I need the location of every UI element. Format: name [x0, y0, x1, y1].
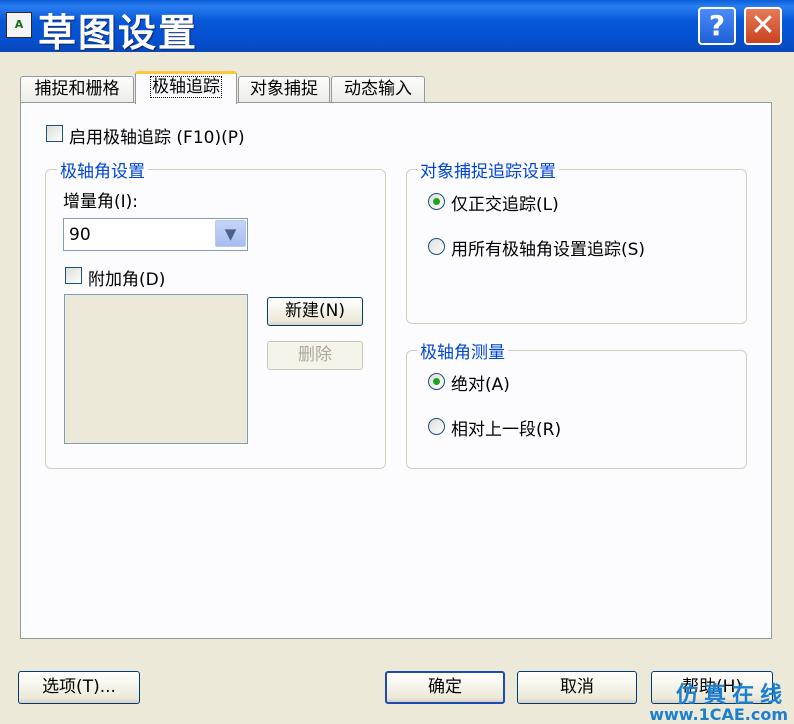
ok-button[interactable]: 确定 [385, 671, 505, 704]
relative-last-segment-radio[interactable] [428, 418, 445, 435]
watermark-url: www.1CAE.com [649, 705, 788, 724]
enable-polar-checkbox[interactable] [46, 125, 63, 142]
new-angle-button[interactable]: 新建(N) [267, 297, 363, 326]
tab-snap-grid[interactable]: 捕捉和栅格 [20, 76, 134, 103]
increment-angle-label: 增量角(I): [63, 192, 139, 212]
additional-angle-checkbox[interactable] [65, 267, 82, 284]
tab-label: 极轴追踪 [150, 76, 222, 98]
polar-measurement-group [406, 350, 747, 469]
tab-dynamic-input[interactable]: 动态输入 [331, 76, 425, 103]
watermark: 仿真在线 www.1CAE.com [649, 684, 788, 724]
delete-angle-button[interactable]: 删除 [267, 341, 363, 370]
window-title: 草图设置 [38, 10, 199, 55]
increment-angle-value: 90 [69, 225, 91, 245]
polar-measurement-title: 极轴角测量 [417, 338, 508, 363]
tab-label: 捕捉和栅格 [34, 79, 120, 99]
absolute-radio[interactable] [428, 373, 445, 390]
help-title-button[interactable]: ? [698, 7, 736, 45]
tab-label: 动态输入 [344, 79, 412, 99]
tab-polar-tracking[interactable]: 极轴追踪 [135, 71, 237, 104]
increment-angle-select[interactable]: 90 ▼ [63, 218, 248, 251]
tab-panel: 启用极轴追踪 (F10)(P) 极轴角设置 增量角(I): 90 ▼ 附加角(D… [20, 102, 772, 639]
all-polar-tracking-radio[interactable] [428, 238, 445, 255]
app-icon: A [6, 12, 32, 38]
tab-label: 对象捕捉 [250, 79, 318, 99]
polar-angle-settings-title: 极轴角设置 [57, 157, 148, 182]
chevron-down-icon[interactable]: ▼ [215, 220, 246, 247]
tab-object-snap[interactable]: 对象捕捉 [238, 76, 330, 103]
absolute-label: 绝对(A) [451, 375, 510, 395]
cancel-button[interactable]: 取消 [517, 671, 637, 704]
orthogonal-tracking-label: 仅正交追踪(L) [451, 195, 559, 215]
relative-last-segment-label: 相对上一段(R) [451, 420, 562, 440]
orthogonal-tracking-radio[interactable] [428, 193, 445, 210]
watermark-title: 仿真在线 [675, 682, 788, 709]
options-button[interactable]: 选项(T)... [18, 671, 140, 704]
close-button[interactable]: ✕ [744, 7, 782, 45]
additional-angle-label: 附加角(D) [88, 270, 166, 290]
osnap-tracking-title: 对象捕捉追踪设置 [417, 157, 559, 182]
title-bar[interactable]: A 草图设置 ? ✕ [0, 0, 794, 55]
all-polar-tracking-label: 用所有极轴角设置追踪(S) [451, 240, 646, 260]
enable-polar-label: 启用极轴追踪 (F10)(P) [69, 128, 245, 148]
additional-angles-list[interactable] [64, 294, 248, 444]
